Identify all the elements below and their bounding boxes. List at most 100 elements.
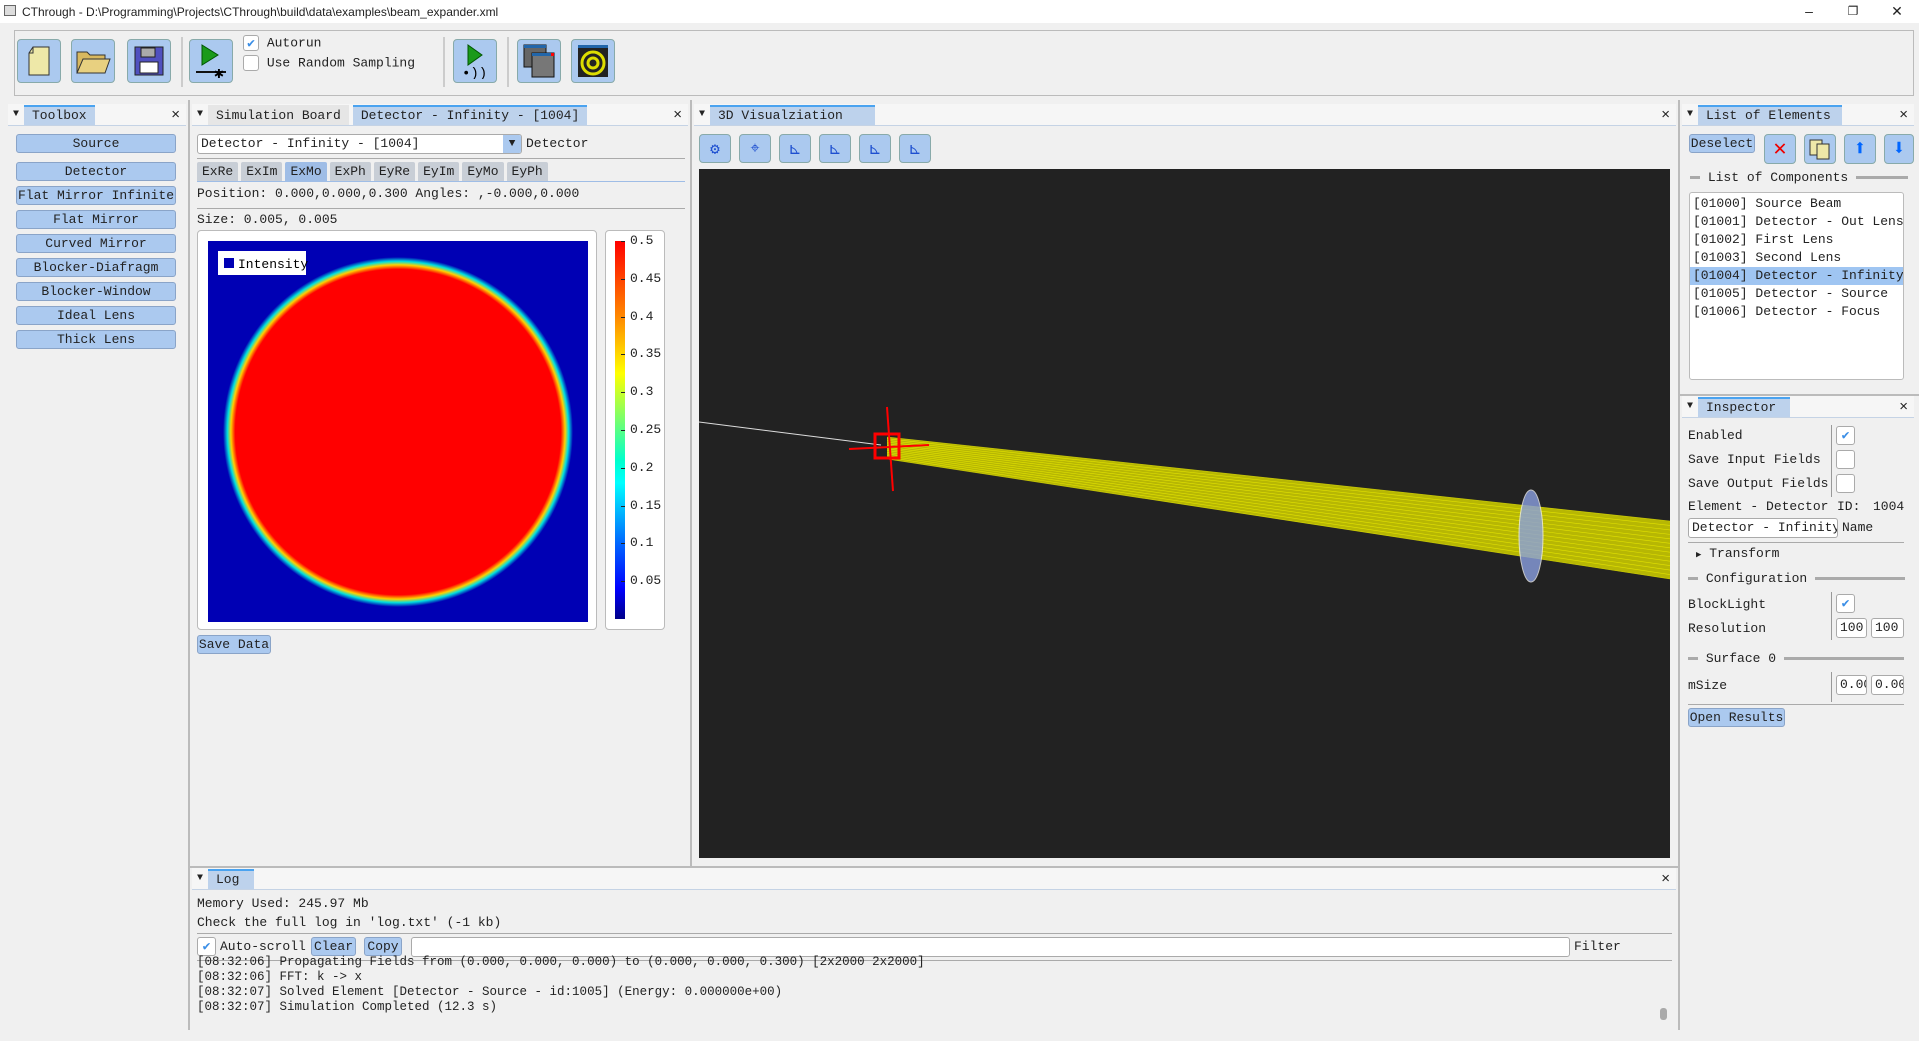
close-icon[interactable]: ×	[1661, 106, 1670, 123]
tab-list-of-elements[interactable]: List of Elements	[1698, 104, 1842, 125]
components-list[interactable]: [01000] Source Beam [01001] Detector - Ou…	[1689, 192, 1904, 380]
simboard-header: ▼ Simulation Board Detector - Infinity -…	[192, 104, 688, 126]
toolbox-item-thick-lens[interactable]: Thick Lens	[16, 330, 176, 349]
close-icon[interactable]: ×	[171, 106, 180, 123]
new-file-button[interactable]	[17, 39, 61, 83]
save-button[interactable]	[127, 39, 171, 83]
collapse-icon[interactable]: ▼	[694, 109, 710, 120]
colorbar-tick	[621, 278, 625, 280]
lens[interactable]	[1518, 489, 1544, 583]
open-button[interactable]	[71, 39, 115, 83]
copy-button[interactable]: Copy	[364, 937, 402, 956]
tab-exim[interactable]: ExIm	[241, 162, 283, 181]
resolution-x-input[interactable]: 100	[1836, 618, 1867, 638]
open-results-button[interactable]: Open Results	[1688, 708, 1785, 727]
tab-toolbox[interactable]: Toolbox	[24, 104, 95, 125]
move-down-button[interactable]: ⬇	[1884, 134, 1914, 164]
target-button[interactable]	[571, 39, 615, 83]
view-x-button[interactable]: ⊾	[819, 134, 851, 163]
tab-eyph[interactable]: EyPh	[506, 162, 548, 181]
delete-button[interactable]: ✕	[1764, 134, 1796, 164]
log-scrollbar[interactable]	[1660, 1008, 1667, 1020]
ray	[886, 445, 1670, 544]
name-input[interactable]: Detector - Infinity	[1688, 518, 1838, 538]
save-data-button[interactable]: Save Data	[197, 635, 271, 654]
camera-button[interactable]: ⌖	[739, 134, 771, 163]
tab-eyre[interactable]: EyRe	[373, 162, 416, 181]
windows-button[interactable]	[517, 39, 561, 83]
close-icon[interactable]: ×	[1899, 106, 1908, 123]
main-toolbar: ✱ ✔ Autorun Use Random Sampling •))	[14, 30, 1914, 96]
view-y-button[interactable]: ⊾	[859, 134, 891, 163]
list-item[interactable]: [01002] First Lens	[1690, 231, 1903, 249]
run-incremental-button[interactable]: •))	[453, 39, 497, 83]
enabled-checkbox[interactable]: ✔	[1836, 426, 1855, 445]
close-icon[interactable]: ×	[1661, 870, 1670, 887]
toolbox-item-flat-mirror-infinite[interactable]: Flat Mirror Infinite	[16, 186, 176, 205]
name-label: Name	[1842, 520, 1874, 535]
clear-button[interactable]: Clear	[311, 937, 356, 956]
maximize-button[interactable]: ❐	[1833, 0, 1873, 22]
save-output-checkbox[interactable]	[1836, 474, 1855, 493]
collapse-icon[interactable]: ▼	[1682, 109, 1698, 120]
tab-eymo[interactable]: EyMo	[462, 162, 504, 181]
position-text: Position: 0.000,0.000,0.300 Angles: ,-0.…	[197, 186, 580, 201]
blocklight-checkbox[interactable]: ✔	[1836, 594, 1855, 613]
resolution-y-input[interactable]: 100	[1871, 618, 1904, 638]
log-line: [08:32:07] Solved Element [Detector - So…	[197, 985, 783, 999]
tab-exph[interactable]: ExPh	[329, 162, 371, 181]
view-xyz-button[interactable]: ⊾	[779, 134, 811, 163]
collapse-icon[interactable]: ▼	[192, 109, 208, 120]
list-item[interactable]: [01004] Detector - Infinity	[1690, 267, 1903, 285]
tab-simulation-board[interactable]: Simulation Board	[208, 104, 349, 125]
log-header: ▼ Log ×	[192, 868, 1676, 890]
close-icon[interactable]: ×	[673, 106, 682, 123]
list-item[interactable]: [01006] Detector - Focus	[1690, 303, 1903, 321]
save-input-checkbox[interactable]	[1836, 450, 1855, 469]
tab-detector-infinity[interactable]: Detector - Infinity - [1004]	[352, 104, 588, 125]
chevron-down-icon[interactable]: ▼	[503, 135, 521, 153]
tab-log[interactable]: Log	[208, 868, 254, 889]
deselect-button[interactable]: Deselect	[1689, 134, 1755, 153]
filter-input[interactable]	[411, 937, 1570, 957]
autoscroll-checkbox[interactable]: ✔	[197, 937, 216, 956]
collapse-icon[interactable]: ▼	[192, 873, 208, 884]
element-selector[interactable]: Detector - Infinity - [1004] ▼	[197, 134, 522, 154]
close-icon[interactable]: ×	[1899, 398, 1908, 415]
random-sampling-check[interactable]	[243, 55, 259, 71]
msize-y-input[interactable]: 0.00	[1871, 675, 1904, 695]
run-button[interactable]: ✱	[189, 39, 233, 83]
random-sampling-checkbox[interactable]: Use Random Sampling	[243, 55, 415, 71]
tab-exmo[interactable]: ExMo	[285, 162, 327, 181]
toolbox-item-blocker-window[interactable]: Blocker-Window	[16, 282, 176, 301]
3d-viewport[interactable]	[699, 169, 1670, 858]
tab-eyim[interactable]: EyIm	[418, 162, 460, 181]
tab-exre[interactable]: ExRe	[197, 162, 239, 181]
log-output[interactable]: [08:32:06] Propagating Fields from (0.00…	[197, 955, 1657, 1025]
list-item[interactable]: [01003] Second Lens	[1690, 249, 1903, 267]
list-item[interactable]: [01000] Source Beam	[1690, 195, 1903, 213]
transform-section[interactable]: ▶ Transform	[1696, 546, 1779, 561]
toolbox-item-ideal-lens[interactable]: Ideal Lens	[16, 306, 176, 325]
toolbox-item-flat-mirror[interactable]: Flat Mirror	[16, 210, 176, 229]
view-z-button[interactable]: ⊾	[899, 134, 931, 163]
toolbox-item-blocker-diafragm[interactable]: Blocker-Diafragm	[16, 258, 176, 277]
tab-3d-visualization[interactable]: 3D Visualziation	[710, 104, 875, 125]
msize-x-input[interactable]: 0.00	[1836, 675, 1867, 695]
list-item[interactable]: [01005] Detector - Source	[1690, 285, 1903, 303]
list-item[interactable]: [01001] Detector - Out Lens 2	[1690, 213, 1903, 231]
collapse-icon[interactable]: ▼	[8, 109, 24, 120]
toolbox-item-curved-mirror[interactable]: Curved Mirror	[16, 234, 176, 253]
collapse-icon[interactable]: ▼	[1682, 401, 1698, 412]
move-up-button[interactable]: ⬆	[1844, 134, 1876, 164]
close-window-button[interactable]: ✕	[1877, 0, 1917, 22]
toolbox-item-detector[interactable]: Detector	[16, 162, 176, 181]
duplicate-button[interactable]	[1804, 134, 1836, 164]
minimize-button[interactable]: –	[1789, 0, 1829, 22]
settings-button[interactable]: ⚙	[699, 134, 731, 163]
tab-inspector[interactable]: Inspector	[1698, 396, 1790, 417]
autorun-checkbox[interactable]: ✔ Autorun	[243, 35, 321, 51]
blocklight-label: BlockLight	[1688, 597, 1767, 612]
toolbox-item-source[interactable]: Source	[16, 134, 176, 153]
autorun-check[interactable]: ✔	[243, 35, 259, 51]
